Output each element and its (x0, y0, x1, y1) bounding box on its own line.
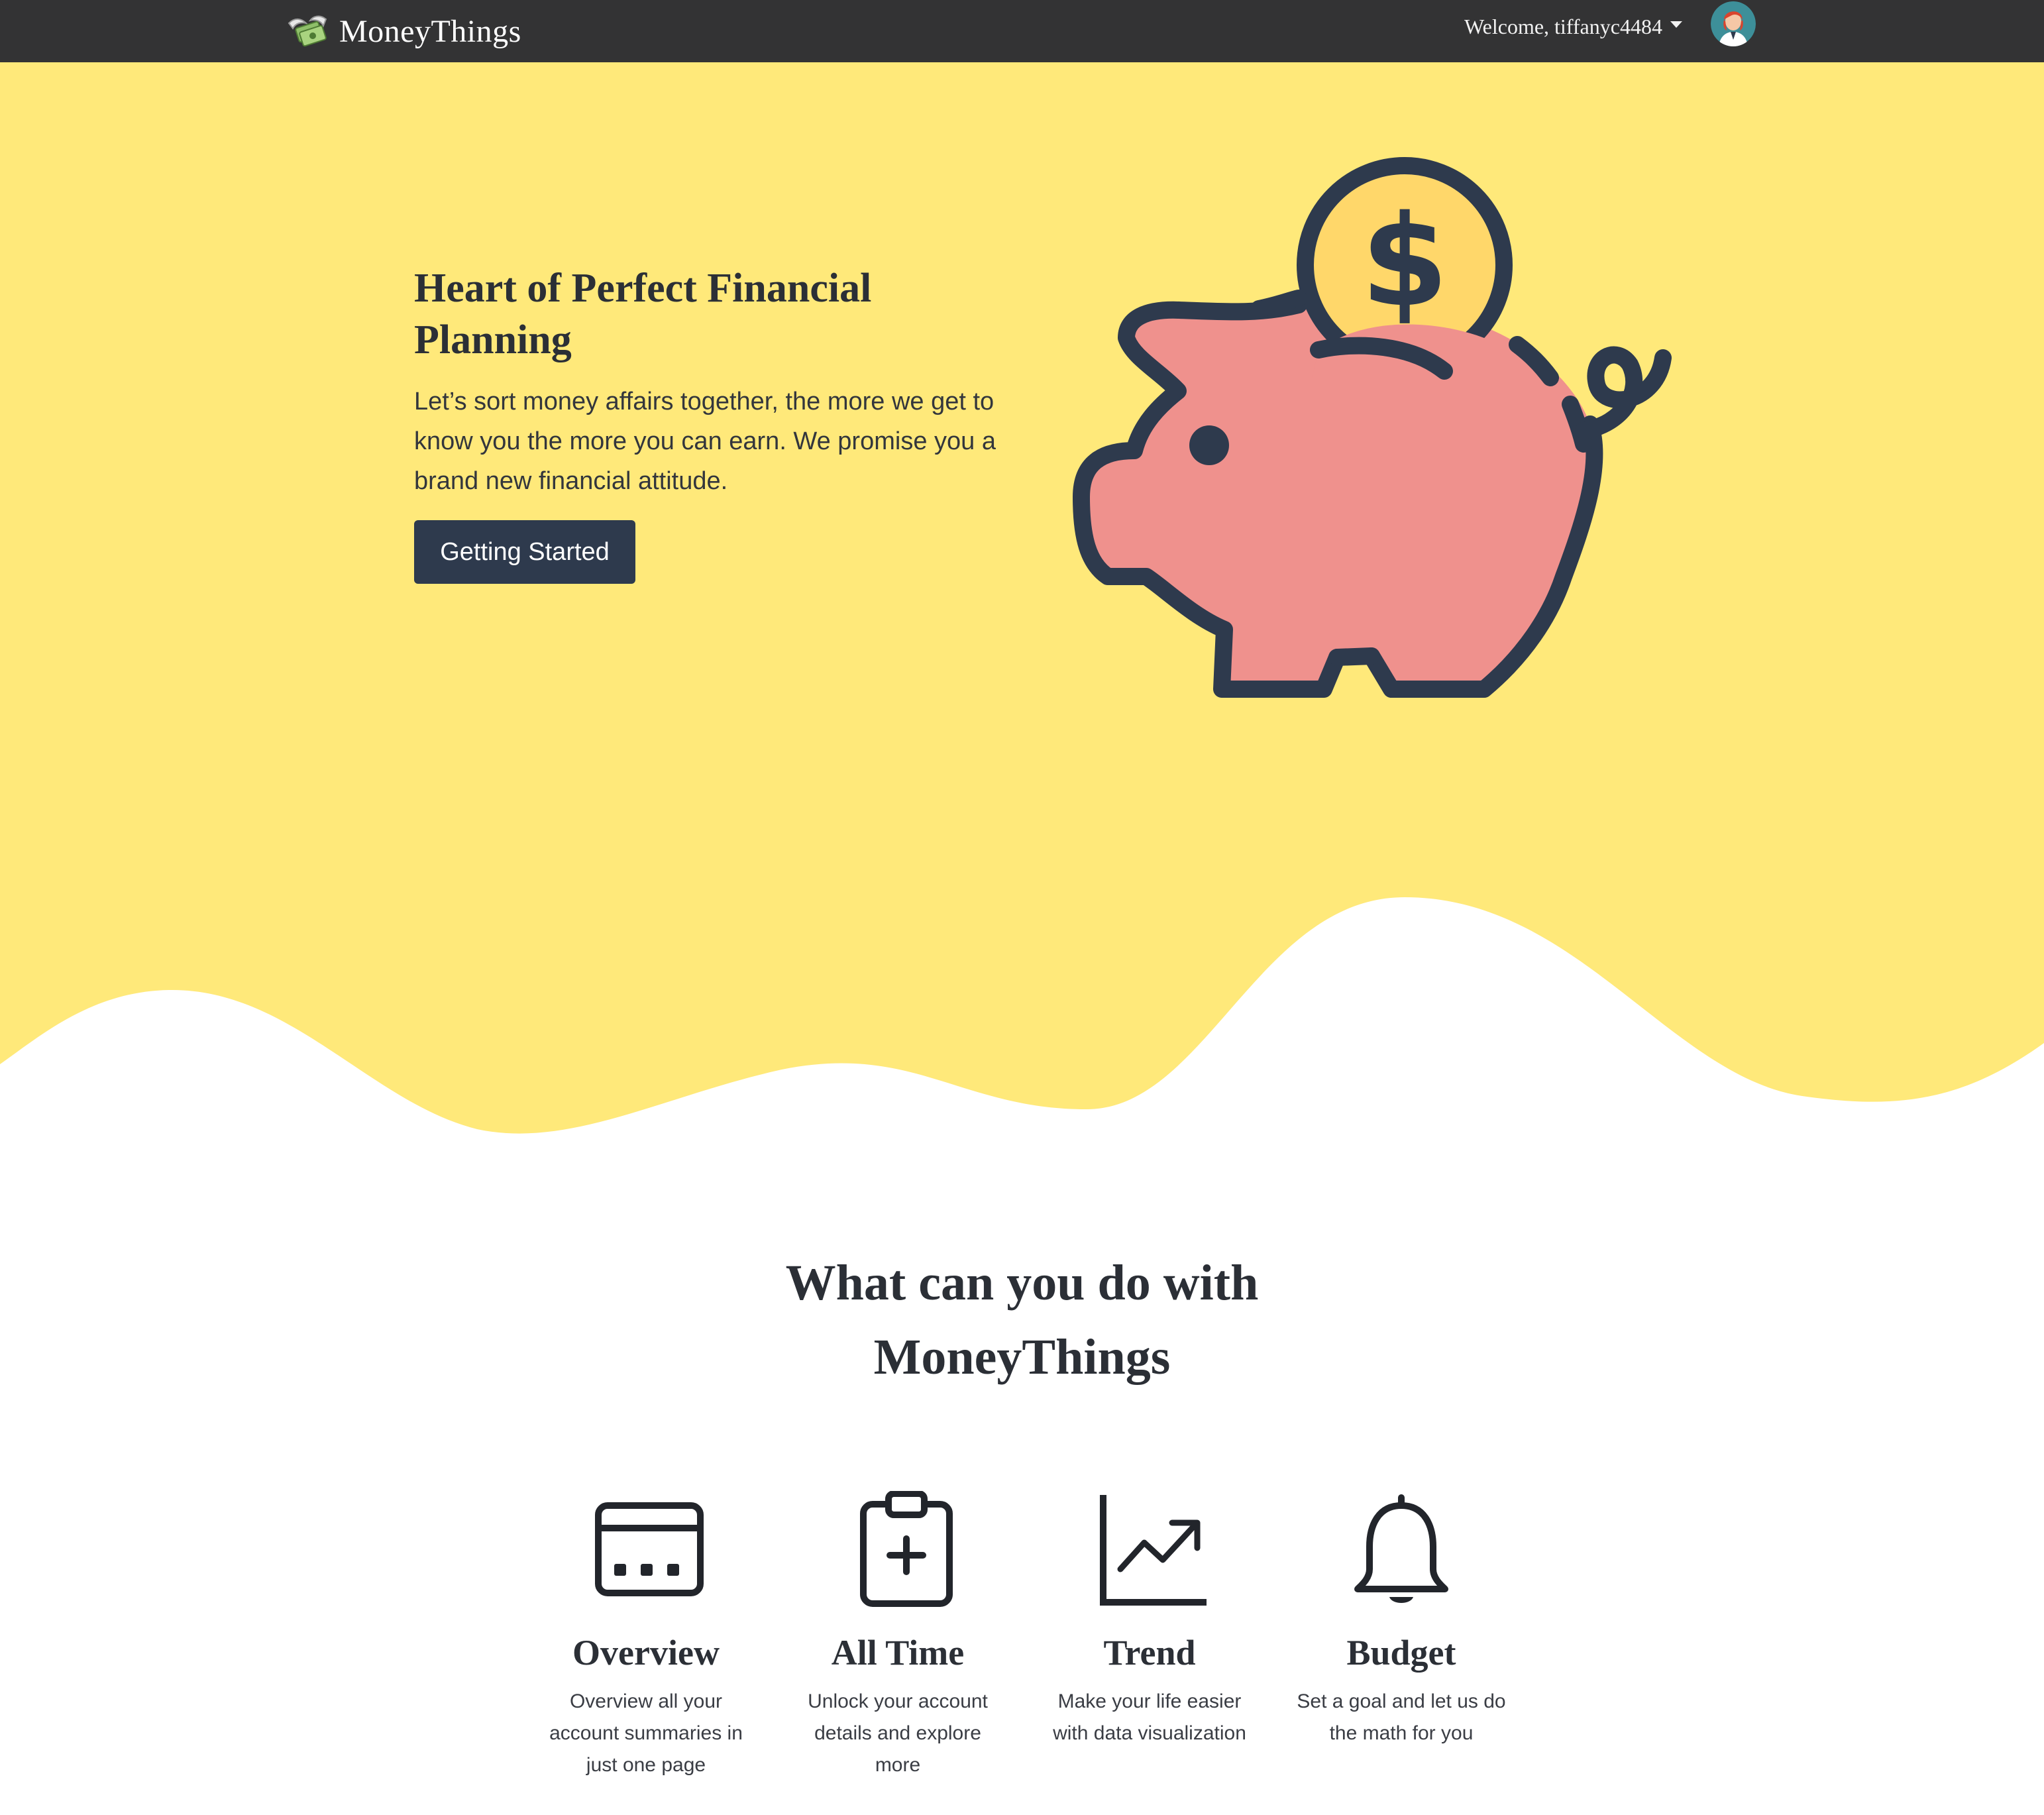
user-avatar-icon (1711, 1, 1756, 46)
features-title-line1: What can you do with (785, 1255, 1259, 1311)
brand-name: MoneyThings (339, 13, 521, 49)
feature-title: Trend (1103, 1633, 1196, 1673)
svg-text:$: $ (1361, 188, 1448, 335)
feature-overview: Overview Overview all your account summa… (520, 1491, 772, 1781)
top-navbar: MoneyThings Welcome, tiffanyc4484 (0, 0, 2044, 62)
caret-down-icon (1670, 21, 1682, 28)
feature-title: All Time (831, 1633, 965, 1673)
user-menu-dropdown[interactable]: Welcome, tiffanyc4484 (1464, 0, 1682, 53)
feature-title: Budget (1346, 1633, 1456, 1673)
piggy-bank-icon: $ (1073, 157, 1672, 698)
feature-description: Set a goal and let us do the math for yo… (1297, 1690, 1506, 1744)
feature-description: Make your life easier with data visualiz… (1053, 1690, 1246, 1744)
hero-text-block: Heart of Perfect Financial Planning Let’… (414, 262, 1010, 501)
hero-background-wave (0, 62, 2044, 1134)
hero-description: Let’s sort money affairs together, the m… (414, 388, 996, 495)
overview-window-icon (595, 1502, 704, 1596)
feature-title: Overview (572, 1633, 720, 1673)
money-with-wings-icon (288, 15, 327, 47)
feature-description: Unlock your account details and explore … (808, 1690, 988, 1776)
welcome-text: Welcome, tiffanyc4484 (1464, 14, 1662, 38)
bell-icon (1354, 1494, 1448, 1603)
hero-title: Heart of Perfect Financial Planning (414, 266, 872, 362)
feature-budget: Budget Set a goal and let us do the math… (1275, 1491, 1527, 1749)
feature-trend: Trend Make your life easier with data vi… (1024, 1491, 1275, 1749)
avatar[interactable] (1711, 1, 1756, 46)
features-grid: Overview Overview all your account summa… (0, 1491, 2044, 1802)
clipboard-plus-icon (860, 1491, 953, 1607)
features-title-line2: MoneyThings (873, 1329, 1171, 1385)
feature-description: Overview all your account summaries in j… (549, 1690, 743, 1776)
brand-link[interactable]: MoneyThings (286, 0, 521, 62)
feature-all-time: All Time Unlock your account details and… (772, 1491, 1024, 1781)
trend-chart-icon (1100, 1495, 1207, 1606)
getting-started-button[interactable]: Getting Started (414, 520, 635, 584)
features-section-title: What can you do with MoneyThings (0, 1246, 2044, 1394)
